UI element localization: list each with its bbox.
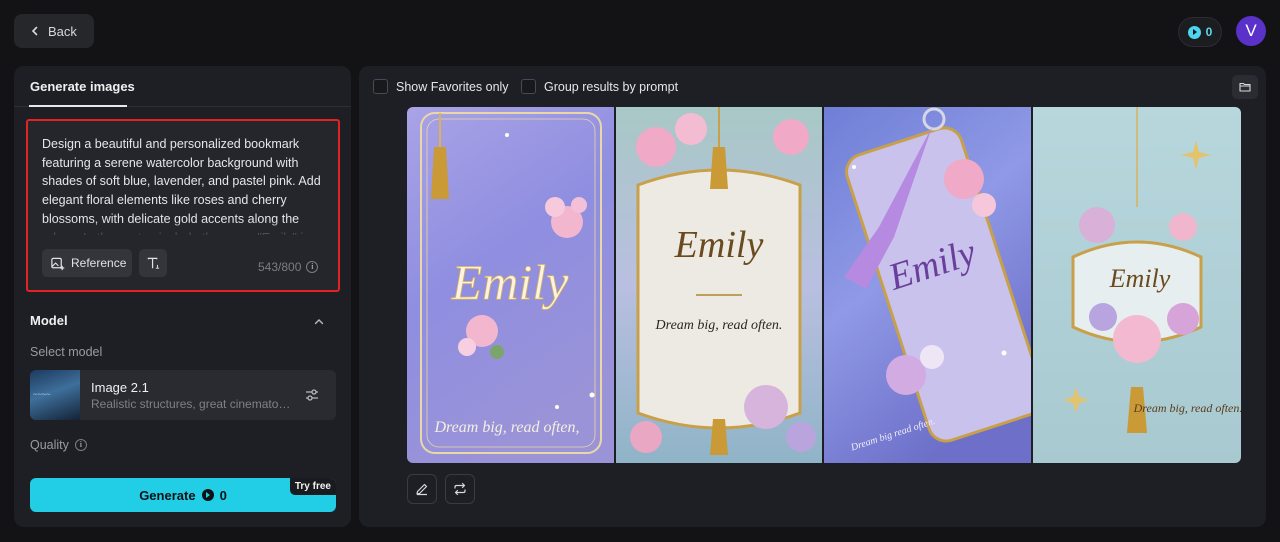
model-name: Image 2.1 (91, 380, 149, 395)
select-model-label: Select model (30, 345, 103, 359)
folder-icon (1239, 82, 1251, 92)
prompt-box[interactable]: Design a beautiful and personalized book… (26, 119, 340, 292)
model-thumbnail: ~~~~ (30, 370, 80, 420)
tab-bar: Generate images (14, 66, 351, 107)
generate-button[interactable]: Generate 0 Try free (30, 478, 336, 512)
reference-button[interactable]: Reference (42, 249, 132, 277)
show-favorites-checkbox[interactable] (373, 79, 388, 94)
char-counter: 543/800 i (258, 260, 319, 274)
text-style-button[interactable] (139, 249, 167, 277)
repeat-icon (454, 482, 466, 496)
bookmark-name-4: Emily (1109, 264, 1171, 293)
info-icon[interactable]: i (74, 439, 87, 451)
bookmark-tagline-4: Dream big, read often. (1133, 401, 1241, 415)
avatar[interactable]: V (1236, 16, 1266, 46)
folder-button[interactable] (1232, 75, 1258, 99)
image-gallery: Emily Dream big, read often, Emily Dream… (407, 107, 1241, 463)
generated-image[interactable]: Emily Dream big, read often. (1033, 107, 1241, 463)
chevron-left-icon (31, 26, 38, 36)
regenerate-button[interactable] (445, 474, 475, 504)
quality-text: Quality (30, 438, 69, 452)
model-selector[interactable]: ~~~~ Image 2.1 Realistic structures, gre… (30, 370, 336, 420)
char-count: 543/800 (258, 260, 302, 274)
bookmark-image-1: Emily Dream big, read often, (407, 107, 614, 463)
bookmark-image-4: Emily Dream big, read often. (1033, 107, 1241, 463)
tab-generate-images[interactable]: Generate images (30, 79, 135, 94)
bookmark-tagline-2: Dream big, read often. (655, 318, 783, 333)
results-panel: Show Favorites only Group results by pro… (359, 66, 1266, 527)
group-results-toggle[interactable]: Group results by prompt (521, 79, 678, 94)
credit-icon (201, 489, 214, 501)
info-icon[interactable]: i (306, 261, 319, 273)
bookmark-name-1: Emily (451, 254, 569, 310)
generated-image[interactable]: Emily Dream big, read often. (616, 107, 822, 463)
model-section-title: Model (30, 313, 68, 328)
group-results-checkbox[interactable] (521, 79, 536, 94)
prompt-fade (42, 221, 322, 237)
top-bar: Back 0 V (0, 0, 1280, 62)
bookmark-image-2: Emily Dream big, read often. (616, 107, 822, 463)
generated-image[interactable]: Emily Dream big read often. (824, 107, 1031, 463)
text-icon (147, 257, 159, 269)
edit-icon (416, 483, 428, 496)
back-button[interactable]: Back (14, 14, 94, 48)
bookmark-image-3: Emily Dream big read often. (824, 107, 1031, 463)
back-label: Back (48, 23, 77, 39)
sliders-icon[interactable] (304, 387, 320, 403)
generate-panel: Generate images Design a beautiful and p… (14, 66, 351, 527)
try-free-badge: Try free (289, 478, 336, 495)
credits-count: 0 (1205, 25, 1213, 39)
model-thumbnail-art: ~~~~ (33, 390, 51, 399)
prompt-textarea[interactable]: Design a beautiful and personalized book… (42, 135, 322, 235)
edit-button[interactable] (407, 474, 437, 504)
image-plus-icon (51, 257, 65, 270)
show-favorites-toggle[interactable]: Show Favorites only (373, 79, 509, 94)
tab-underline (29, 105, 127, 107)
generate-cost: 0 (219, 487, 227, 503)
generated-image[interactable]: Emily Dream big, read often, (407, 107, 614, 463)
model-description: Realistic structures, great cinematog... (91, 397, 291, 411)
chevron-up-icon[interactable] (313, 316, 325, 328)
credit-icon (1187, 25, 1201, 39)
credits-badge[interactable]: 0 (1178, 17, 1222, 47)
bookmark-tagline-1: Dream big, read often, (433, 419, 579, 436)
show-favorites-label: Show Favorites only (396, 79, 509, 94)
quality-label: Quality i (30, 438, 87, 452)
reference-label: Reference (71, 256, 127, 270)
group-results-label: Group results by prompt (544, 79, 679, 94)
bookmark-name-2: Emily (674, 224, 764, 266)
generate-label: Generate (139, 487, 196, 503)
